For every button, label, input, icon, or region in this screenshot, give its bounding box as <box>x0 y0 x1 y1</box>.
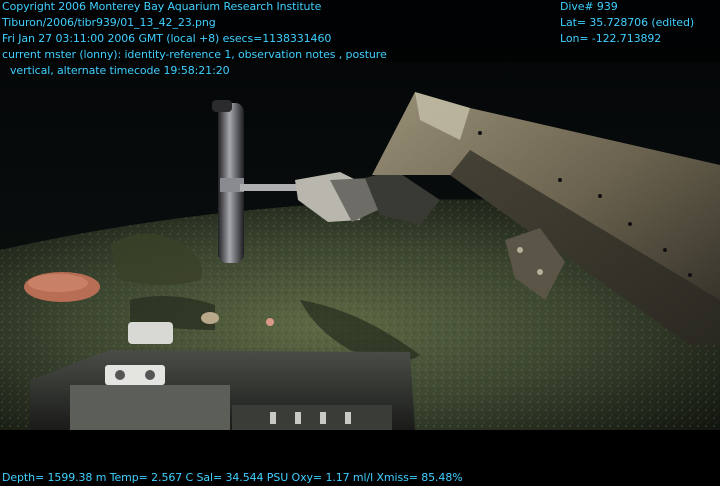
overlay-top-left: Copyright 2006 Monterey Bay Aquarium Res… <box>2 0 387 79</box>
file-path-text: Tiburon/2006/tibr939/01_13_42_23.png <box>2 16 216 29</box>
copyright-text: Copyright 2006 Monterey Bay Aquarium Res… <box>2 0 322 13</box>
rov-video-frame: Copyright 2006 Monterey Bay Aquarium Res… <box>0 0 720 486</box>
telemetry-text: Depth= 1599.38 m Temp= 2.567 C Sal= 34.5… <box>2 471 463 484</box>
longitude-text: Lon= -122.713892 <box>560 32 662 45</box>
annotation-text-2: vertical, alternate timecode 19:58:21:20 <box>10 64 230 77</box>
dive-number-text: Dive# 939 <box>560 0 618 13</box>
latitude-text: Lat= 35.728706 (edited) <box>560 16 695 29</box>
overlay-top-right: Dive# 939 Lat= 35.728706 (edited) Lon= -… <box>560 0 694 47</box>
overlay-bottom: Depth= 1599.38 m Temp= 2.567 C Sal= 34.5… <box>2 470 463 486</box>
datetime-text: Fri Jan 27 03:11:00 2006 GMT (local +8) … <box>2 32 332 45</box>
annotation-text-1: current mster (lonny): identity-referenc… <box>2 48 387 61</box>
